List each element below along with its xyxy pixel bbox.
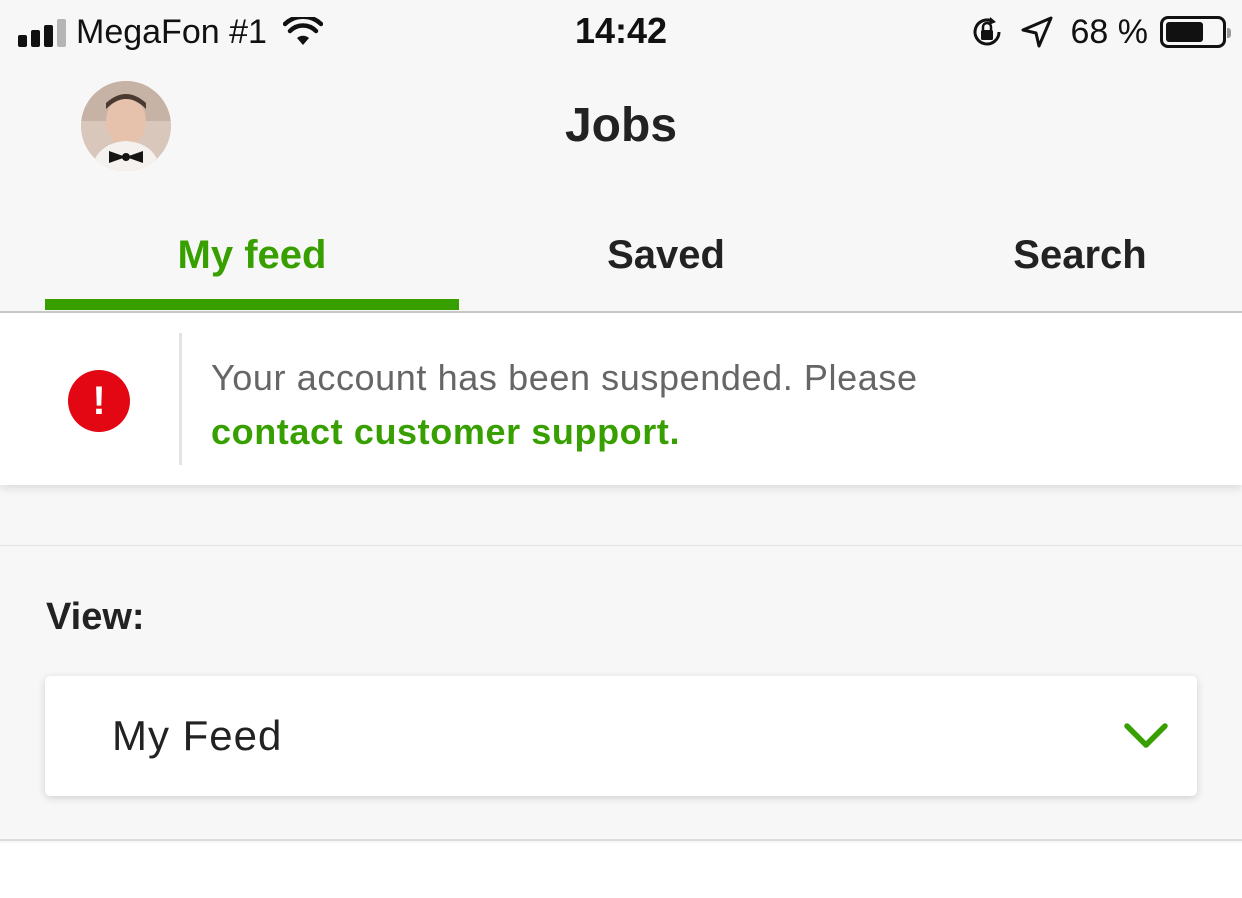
alert-message-text: Your account has been suspended. Please [211,357,918,398]
location-arrow-icon [1021,16,1052,48]
view-section: View: My Feed [0,545,1242,841]
tab-saved[interactable]: Saved [459,200,873,310]
tab-my-feed[interactable]: My feed [45,200,459,310]
suspension-alert: ! Your account has been suspended. Pleas… [0,313,1242,485]
alert-message: Your account has been suspended. Please … [211,351,1211,459]
contact-support-link[interactable]: contact customer support. [211,405,1211,459]
status-right: 68 % [969,10,1231,54]
battery-percent: 68 % [1070,12,1149,51]
tab-bar: My feed Saved Search [0,200,1242,312]
view-label: View: [46,596,145,638]
status-bar: MegaFon #1 14:42 68 % [0,0,1242,64]
exclamation-icon: ! [68,370,130,432]
view-dropdown[interactable]: My Feed [45,676,1197,796]
battery-level [1166,22,1203,42]
orientation-lock-icon [973,17,1000,46]
content-area [0,843,1242,898]
chevron-down-icon [1124,723,1168,748]
alert-divider [179,333,182,465]
battery-icon [1160,16,1231,48]
view-selected-value: My Feed [112,712,283,759]
page-title: Jobs [564,99,678,152]
active-tab-indicator [45,299,459,310]
tab-search[interactable]: Search [873,200,1242,310]
